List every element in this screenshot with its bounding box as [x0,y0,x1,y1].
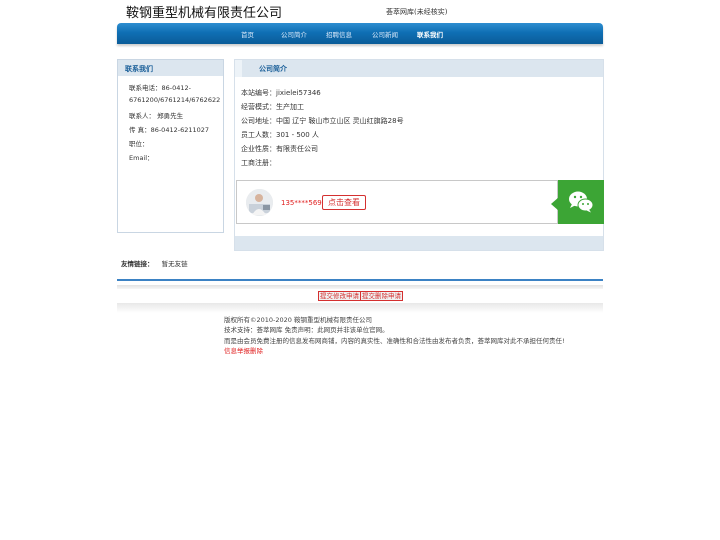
contact-sidebar: 联系我们 联系电话：86-0412- 6761200/6761214/67626… [117,59,224,233]
view-phone-button[interactable]: 点击查看 [322,195,366,210]
info-registration: 工商注册： [241,159,276,167]
info-site-id: 本站编号：jixielei57346 [241,89,321,97]
divider-grey-2 [117,303,603,313]
friendly-links: 友情链接： 暂无友链 [121,258,188,268]
footer-copyright: 版权所有©2010-2020 鞍钢重型机械有限责任公司 [224,316,372,324]
nav-home[interactable]: 首页 [241,29,254,39]
masked-phone: 135****5692 [281,199,327,207]
sidebar-title: 联系我们 [118,60,223,76]
wechat-button[interactable] [558,180,604,224]
divider-grey [117,285,603,289]
info-business-mode: 经营模式：生产加工 [241,103,304,111]
info-employees: 员工人数：301 - 500 人 [241,131,319,139]
info-address: 公司地址：中国 辽宁 鞍山市立山区 灵山红旗路28号 [241,117,404,125]
avatar [246,189,273,216]
links-text: 暂无友链 [161,260,188,268]
contact-person: 联系人： 郑勇先生 [129,112,184,120]
contact-position: 职位： [129,140,149,148]
header-note: 荟萃网库(未经核实) [386,8,448,16]
company-title: 鞍钢重型机械有限责任公司 [126,6,283,21]
wechat-icon [569,191,594,213]
panel-header-accent [235,60,242,77]
contact-card: 135****5692 点击查看 [236,180,559,224]
links-label: 友情链接： [121,260,154,268]
nav-news[interactable]: 公司新闻 [372,29,398,39]
info-company-type: 企业性质：有限责任公司 [241,145,318,153]
main-nav: 首页 公司简介 招聘信息 公司新闻 联系我们 [117,23,603,44]
nav-company-intro[interactable]: 公司简介 [281,29,307,39]
panel-header: 公司简介 [235,60,603,77]
contact-phone-line-1: 联系电话：86-0412- [129,84,192,92]
contact-phone-line-2: 6761200/6761214/6762622 [129,96,221,104]
divider-blue [117,279,603,281]
submit-delete-button[interactable]: 提交删除申请 [360,291,403,301]
company-intro-panel: 公司简介 本站编号：jixielei57346 经营模式：生产加工 公司地址：中… [234,59,604,251]
panel-footer [235,236,603,250]
panel-title: 公司简介 [259,65,287,73]
contact-fax: 传 真：86-0412-6211027 [129,126,210,134]
footer-support: 技术支持：荟萃网库 免责声明：此网页并非该单位官网。 [224,326,389,334]
nav-jobs[interactable]: 招聘信息 [326,29,352,39]
contact-email: Email： [129,154,154,162]
nav-contact[interactable]: 联系我们 [417,29,443,39]
report-link[interactable]: 信息举报删除 [224,345,263,355]
submit-edit-button[interactable]: 提交修改申请 [318,291,361,301]
page-header: 鞍钢重型机械有限责任公司 荟萃网库(未经核实) [117,0,603,22]
footer-disclaimer: 而是由会员免费注册的信息发布网商铺，内容的真实性、准确性和合法性由发布者负责，荟… [224,337,565,345]
